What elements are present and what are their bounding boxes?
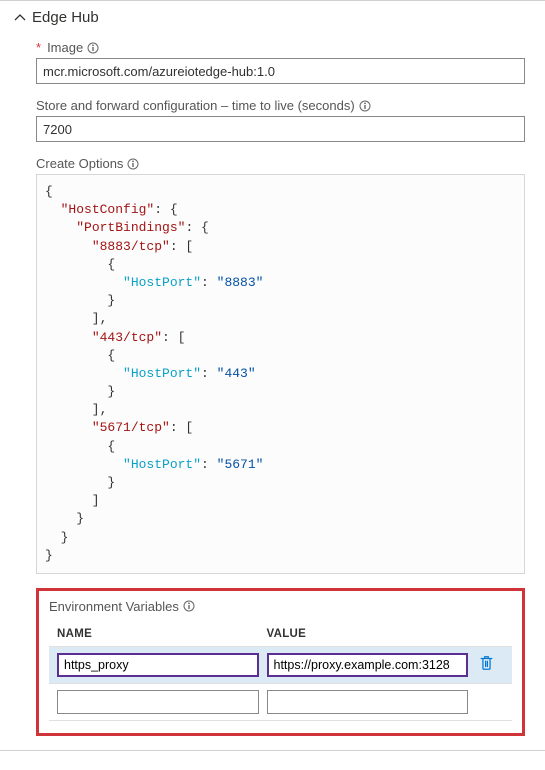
env-table: NAME VALUE bbox=[49, 624, 512, 721]
env-value-input[interactable] bbox=[267, 690, 469, 714]
info-icon[interactable] bbox=[183, 600, 195, 612]
delete-row-button[interactable] bbox=[476, 655, 496, 675]
env-section-highlight: Environment Variables NAME VALUE bbox=[36, 588, 525, 736]
section-toggle-edge-hub[interactable]: Edge Hub bbox=[14, 9, 531, 26]
env-col-name: NAME bbox=[57, 628, 267, 640]
section-title: Edge Hub bbox=[32, 9, 99, 26]
env-row bbox=[49, 646, 512, 683]
info-icon[interactable] bbox=[359, 100, 371, 112]
create-options-label: Create Options bbox=[36, 156, 525, 171]
env-name-input[interactable] bbox=[57, 653, 259, 677]
ttl-label: Store and forward configuration – time t… bbox=[36, 98, 525, 113]
env-col-value: VALUE bbox=[267, 628, 477, 640]
env-label: Environment Variables bbox=[49, 599, 512, 614]
image-label: * Image bbox=[36, 40, 525, 55]
env-name-input[interactable] bbox=[57, 690, 259, 714]
env-value-input[interactable] bbox=[267, 653, 469, 677]
env-row bbox=[49, 683, 512, 721]
info-icon[interactable] bbox=[127, 158, 139, 170]
create-options-editor[interactable]: { "HostConfig": { "PortBindings": { "888… bbox=[36, 174, 525, 574]
ttl-input[interactable] bbox=[36, 116, 525, 142]
info-icon[interactable] bbox=[87, 42, 99, 54]
trash-icon bbox=[479, 655, 494, 674]
image-input[interactable] bbox=[36, 58, 525, 84]
chevron-up-icon bbox=[14, 12, 26, 24]
